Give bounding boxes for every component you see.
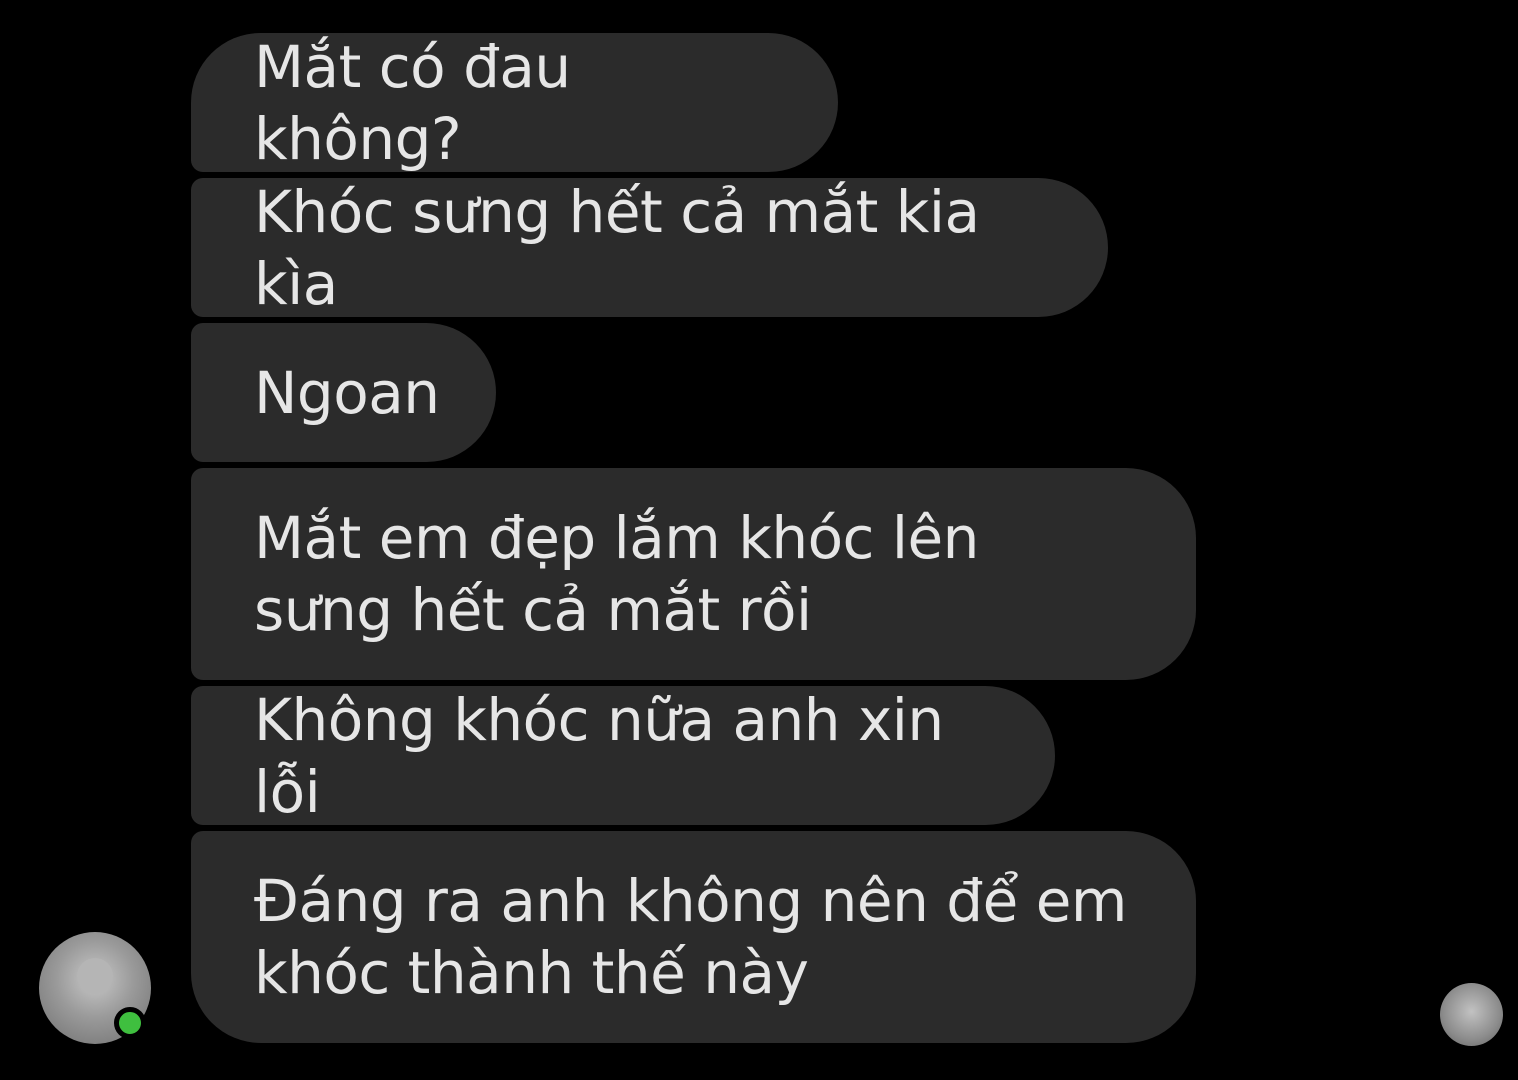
message-text: Mắt có đau không? (254, 32, 571, 173)
message-text: Đáng ra anh không nên để em khóc thành t… (254, 867, 1127, 1007)
message-bubble[interactable]: Đáng ra anh không nên để em khóc thành t… (191, 831, 1196, 1043)
message-text: Không khóc nữa anh xin lỗi (254, 685, 944, 826)
message-bubble[interactable]: Mắt em đẹp lắm khóc lên sưng hết cả mắt … (191, 468, 1196, 680)
message-text: Ngoan (254, 358, 440, 427)
message-bubble[interactable]: Mắt có đau không? (191, 32, 838, 173)
chat-thread: Mắt có đau không? Khóc sưng hết cả mắt k… (0, 0, 1518, 1080)
online-status-icon (114, 1007, 146, 1039)
avatar-silhouette (77, 958, 113, 994)
message-bubble[interactable]: Ngoan (191, 323, 496, 462)
message-text: Mắt em đẹp lắm khóc lên sưng hết cả mắt … (254, 504, 979, 644)
message-bubble[interactable]: Không khóc nữa anh xin lỗi (191, 685, 1055, 826)
seen-avatar-icon (1440, 983, 1503, 1046)
message-text: Khóc sưng hết cả mắt kia kìa (254, 177, 980, 318)
message-bubble[interactable]: Khóc sưng hết cả mắt kia kìa (191, 177, 1108, 318)
